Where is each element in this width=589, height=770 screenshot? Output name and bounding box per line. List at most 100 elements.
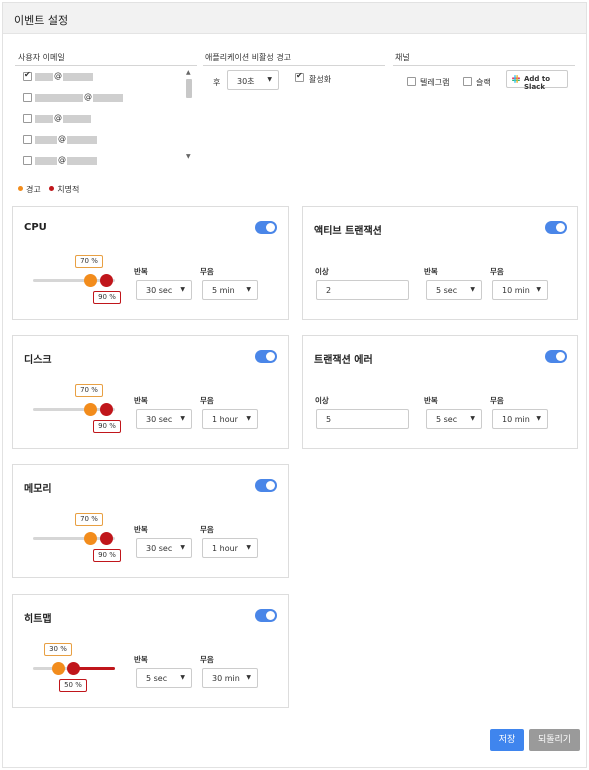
repeat-label: 반복	[134, 655, 148, 664]
critical-threshold-knob[interactable]	[100, 274, 113, 287]
email-redacted	[67, 157, 97, 165]
repeat-select[interactable]: 30 sec ▼	[136, 409, 192, 429]
mute-select[interactable]: 1 hour ▼	[202, 538, 258, 558]
mute-label: 무음	[200, 396, 214, 405]
disk-toggle[interactable]	[255, 350, 277, 363]
repeat-select[interactable]: 5 sec ▼	[426, 280, 482, 300]
email-row[interactable]: @	[18, 134, 188, 147]
mute-select[interactable]: 30 min ▼	[202, 668, 258, 688]
chevron-down-icon: ▼	[470, 286, 475, 293]
heatmap-toggle[interactable]	[255, 609, 277, 622]
mute-select[interactable]: 10 min ▼	[492, 280, 548, 300]
chevron-down-icon: ▼	[246, 286, 251, 293]
mute-label: 무음	[490, 396, 504, 405]
card-title: CPU	[24, 222, 47, 233]
email-redacted	[35, 94, 83, 102]
threshold-input[interactable]: 5	[316, 409, 409, 429]
chevron-down-icon: ▼	[246, 674, 251, 681]
critical-threshold-knob[interactable]	[67, 662, 80, 675]
email-checkbox[interactable]	[23, 114, 32, 123]
email-row[interactable]: @	[18, 70, 188, 84]
mute-label: 무음	[200, 267, 214, 276]
chevron-down-icon: ▼	[267, 76, 272, 83]
slack-checkbox[interactable]	[463, 77, 472, 86]
repeat-label: 반복	[424, 267, 438, 276]
inactivity-duration-select[interactable]: 30초 ▼	[227, 70, 279, 90]
title-bar: 이벤트 설정	[3, 3, 586, 34]
email-redacted	[35, 157, 57, 165]
mute-select[interactable]: 1 hour ▼	[202, 409, 258, 429]
memory-card: 메모리 70 % 90 % 반복 30 sec ▼ 무음 1 hour ▼	[12, 464, 289, 578]
email-row[interactable]: @	[18, 155, 188, 165]
card-title: 트랜잭션 에러	[314, 355, 373, 366]
select-value: 1 hour	[212, 415, 238, 424]
activate-label: 활성화	[309, 75, 332, 84]
email-redacted	[67, 136, 97, 144]
chevron-down-icon: ▼	[180, 544, 185, 551]
mute-select[interactable]: 10 min ▼	[492, 409, 548, 429]
email-checkbox[interactable]	[23, 156, 32, 165]
email-redacted	[35, 73, 53, 81]
add-to-slack-label: Add to Slack	[524, 75, 551, 91]
active-transaction-card: 액티브 트랜잭션 이상 2 반복 5 sec ▼ 무음 10 min ▼	[302, 206, 578, 320]
email-checkbox[interactable]	[23, 70, 32, 81]
repeat-label: 반복	[424, 396, 438, 405]
warning-threshold-knob[interactable]	[52, 662, 65, 675]
email-at: @	[84, 92, 92, 101]
telegram-checkbox[interactable]	[407, 77, 416, 86]
email-list[interactable]: @ @ @ @ @	[18, 67, 196, 165]
scroll-thumb[interactable]	[186, 79, 192, 98]
mute-label: 무음	[200, 525, 214, 534]
repeat-label: 반복	[134, 267, 148, 276]
disk-card: 디스크 70 % 90 % 반복 30 sec ▼ 무음 1 hour ▼	[12, 335, 289, 449]
card-title: 액티브 트랜잭션	[314, 226, 382, 237]
critical-threshold-knob[interactable]	[100, 532, 113, 545]
repeat-select[interactable]: 5 sec ▼	[426, 409, 482, 429]
warning-threshold-knob[interactable]	[84, 532, 97, 545]
slack-label: 슬랙	[476, 78, 491, 87]
add-to-slack-button[interactable]: Add to Slack	[506, 70, 568, 91]
email-row[interactable]: @	[18, 92, 188, 105]
divider	[15, 65, 197, 66]
email-row[interactable]: @	[18, 113, 188, 126]
select-value: 30 sec	[146, 544, 173, 553]
scroll-down-icon[interactable]: ▼	[186, 153, 191, 160]
active-transaction-toggle[interactable]	[545, 221, 567, 234]
warning-threshold-knob[interactable]	[84, 403, 97, 416]
chevron-down-icon: ▼	[180, 415, 185, 422]
severity-legend: 경고 치명적	[18, 184, 79, 195]
card-title: 디스크	[24, 355, 52, 366]
select-value: 5 sec	[146, 674, 168, 683]
save-button[interactable]: 저장	[490, 729, 524, 751]
critical-threshold-knob[interactable]	[100, 403, 113, 416]
user-email-label: 사용자 이메일	[18, 53, 65, 62]
repeat-select[interactable]: 30 sec ▼	[136, 280, 192, 300]
transaction-error-toggle[interactable]	[545, 350, 567, 363]
critical-threshold-tooltip: 90 %	[93, 420, 121, 433]
select-value: 30 sec	[146, 286, 173, 295]
repeat-select[interactable]: 5 sec ▼	[136, 668, 192, 688]
critical-dot-icon	[49, 186, 55, 191]
email-scrollbar[interactable]: ▲ ▼	[185, 69, 193, 162]
channel-label: 채널	[395, 53, 410, 62]
email-checkbox[interactable]	[23, 93, 32, 102]
warning-dot-icon	[18, 186, 23, 191]
select-value: 30 sec	[146, 415, 173, 424]
memory-toggle[interactable]	[255, 479, 277, 492]
email-at: @	[58, 134, 66, 143]
revert-button[interactable]: 되돌리기	[529, 729, 580, 751]
repeat-label: 반복	[134, 525, 148, 534]
threshold-input[interactable]: 2	[316, 280, 409, 300]
email-checkbox[interactable]	[23, 135, 32, 144]
chevron-down-icon: ▼	[470, 415, 475, 422]
mute-select[interactable]: 5 min ▼	[202, 280, 258, 300]
warning-threshold-tooltip: 70 %	[75, 255, 103, 268]
select-value: 30 min	[212, 674, 240, 683]
slack-icon	[512, 75, 520, 83]
repeat-select[interactable]: 30 sec ▼	[136, 538, 192, 558]
cpu-toggle[interactable]	[255, 221, 277, 234]
email-redacted	[35, 115, 53, 123]
activate-checkbox[interactable]	[295, 71, 304, 82]
warning-threshold-knob[interactable]	[84, 274, 97, 287]
scroll-up-icon[interactable]: ▲	[186, 69, 191, 76]
